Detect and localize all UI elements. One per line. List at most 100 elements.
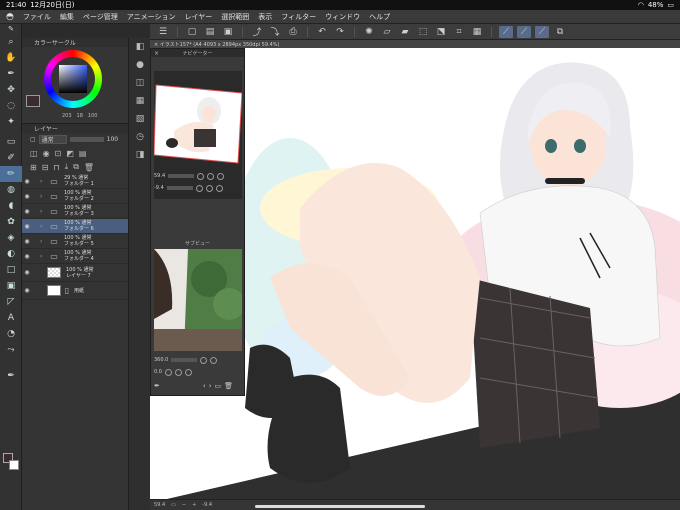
blend-mode-select[interactable]: 通常 xyxy=(38,135,67,144)
merge-icon[interactable]: ⤓ xyxy=(65,162,69,172)
crop-icon[interactable]: ⌗ xyxy=(452,26,466,38)
menu-edit[interactable]: 編集 xyxy=(60,12,74,22)
eyedropper-icon[interactable]: ✒ xyxy=(0,66,22,82)
zoom-in-icon[interactable] xyxy=(210,356,218,364)
navigator-zoom-slider[interactable] xyxy=(168,174,195,178)
reset-icon[interactable] xyxy=(184,368,192,376)
layer-row[interactable]: ◉ › ▭ 100 % 通常 フォルダー 4 xyxy=(22,249,128,264)
subview-zoom-slider[interactable] xyxy=(171,358,198,362)
app-logo-icon[interactable]: ◓ xyxy=(6,12,14,22)
menu-page[interactable]: ページ管理 xyxy=(83,12,118,22)
zoom-out-icon[interactable]: − xyxy=(182,502,186,508)
eraser-icon[interactable]: ▭ xyxy=(0,134,22,150)
visibility-icon[interactable]: ◉ xyxy=(22,287,32,294)
menu-animation[interactable]: アニメーション xyxy=(127,12,176,22)
visibility-icon[interactable]: ◉ xyxy=(22,223,32,230)
palette-color-icon[interactable]: ▤ xyxy=(79,149,87,158)
rotate-right-icon[interactable] xyxy=(174,368,182,376)
grid-icon[interactable]: ▦ xyxy=(470,26,484,38)
prev-icon[interactable]: ‹ xyxy=(203,382,206,390)
pen-icon[interactable]: ✐ xyxy=(0,150,22,166)
gradient-icon[interactable]: ◐ xyxy=(0,246,22,262)
pen-settings-icon[interactable]: ✎ xyxy=(0,24,22,34)
zoom-slider-icon[interactable]: ▭ xyxy=(171,502,176,508)
visibility-icon[interactable]: ◉ xyxy=(22,178,32,185)
zoom-out-icon[interactable] xyxy=(200,356,208,364)
rotate-left-icon[interactable] xyxy=(164,368,172,376)
special-ruler-icon[interactable]: ⟋ xyxy=(517,25,531,38)
expand-arrow-icon[interactable]: › xyxy=(40,208,47,215)
balloon-icon[interactable]: ◔ xyxy=(0,326,22,342)
zoom-icon[interactable]: ⌕ xyxy=(0,34,22,50)
menu-view[interactable]: 表示 xyxy=(258,12,272,22)
close-icon[interactable]: × xyxy=(154,50,159,57)
menu-help[interactable]: ヘルプ xyxy=(369,12,390,22)
opacity-slider[interactable] xyxy=(69,137,104,142)
current-color-swatch[interactable] xyxy=(26,95,40,107)
new-file-icon[interactable]: ▢ xyxy=(185,26,199,38)
transform-icon[interactable]: ⬔ xyxy=(434,26,448,38)
expand-arrow-icon[interactable]: › xyxy=(40,223,47,230)
figure-icon[interactable]: □ xyxy=(0,262,22,278)
expand-arrow-icon[interactable]: › xyxy=(40,253,47,260)
menu-filter[interactable]: フィルター xyxy=(281,12,316,22)
fill-icon[interactable]: ▰ xyxy=(398,26,412,38)
ruler-icon[interactable]: ◸ xyxy=(0,294,22,310)
new-layer-icon[interactable]: ⊞ xyxy=(30,163,37,172)
layer-row[interactable]: ◉ › ▭ 100 % 通常 フォルダー 3 xyxy=(22,204,128,219)
mask-icon[interactable]: ◩ xyxy=(66,149,74,158)
zoom-out-icon[interactable] xyxy=(197,172,205,180)
delete-layer-icon[interactable]: 🗑 xyxy=(84,163,94,172)
layer-row[interactable]: ◉ › ▭ 29 % 通常 フォルダー 1 xyxy=(22,174,128,189)
airbrush-icon[interactable]: ◍ xyxy=(0,182,22,198)
zoom-in-icon[interactable]: + xyxy=(192,502,196,508)
magic-wand-icon[interactable]: ✦ xyxy=(0,114,22,130)
visibility-icon[interactable]: ◉ xyxy=(22,238,32,245)
reference-icon[interactable]: ◉ xyxy=(43,149,50,158)
tool-property-icon[interactable]: ◧ xyxy=(129,38,151,56)
zoom-in-icon[interactable] xyxy=(207,172,215,180)
eyedropper-icon[interactable]: ✒ xyxy=(154,382,160,390)
brush-size-icon[interactable]: ● xyxy=(129,56,151,74)
subview-preview[interactable] xyxy=(154,249,242,351)
material-icon[interactable]: ▧ xyxy=(129,110,151,128)
fit-icon[interactable] xyxy=(217,172,225,180)
undo-icon[interactable]: ↶ xyxy=(315,26,329,38)
menu-file[interactable]: ファイル xyxy=(23,12,51,22)
blend-icon[interactable]: ◖ xyxy=(0,198,22,214)
new-vector-icon[interactable]: ⊟ xyxy=(42,163,49,172)
new-folder-icon[interactable]: ⊓ xyxy=(53,163,59,172)
expand-arrow-icon[interactable]: › xyxy=(40,193,47,200)
flip-icon[interactable] xyxy=(215,184,223,192)
visibility-icon[interactable]: ◉ xyxy=(22,253,32,260)
frame-icon[interactable]: ▣ xyxy=(0,278,22,294)
save-icon[interactable]: ▣ xyxy=(221,26,235,38)
menu-selection[interactable]: 選択範囲 xyxy=(221,12,249,22)
import-icon[interactable]: ⤵ xyxy=(268,26,282,38)
eyedropper2-icon[interactable]: ✒ xyxy=(0,368,22,384)
menu-layer[interactable]: レイヤー xyxy=(184,12,212,22)
canvas-tab[interactable]: × イラスト157* (A4 4093 x 2894px 350dpi 59.4… xyxy=(150,40,680,48)
clip-icon[interactable]: ◫ xyxy=(30,149,38,158)
color-slider-icon[interactable]: ◫ xyxy=(129,74,151,92)
expand-arrow-icon[interactable]: › xyxy=(40,178,47,185)
menu-window[interactable]: ウィンドウ xyxy=(325,12,360,22)
rotate-right-icon[interactable] xyxy=(205,184,213,192)
print-icon[interactable]: ⎙ xyxy=(286,26,300,38)
folder-open-icon[interactable]: ▭ xyxy=(215,382,222,390)
hand-icon[interactable]: ✋ xyxy=(0,50,22,66)
layer-property-icon[interactable]: ◨ xyxy=(129,146,151,164)
settings-icon[interactable]: ✺ xyxy=(362,26,376,38)
history-icon[interactable]: ◷ xyxy=(129,128,151,146)
text-icon[interactable]: A xyxy=(0,310,22,326)
hamburger-menu-icon[interactable]: ☰ xyxy=(156,26,170,38)
layer-row[interactable]: ◉ 100 % 通常 レイヤー 7 xyxy=(22,264,128,282)
export-icon[interactable]: ⤴ xyxy=(250,26,264,38)
visibility-icon[interactable]: ◉ xyxy=(22,208,32,215)
expand-arrow-icon[interactable]: › xyxy=(40,238,47,245)
open-icon[interactable]: ▤ xyxy=(203,26,217,38)
rotate-left-icon[interactable] xyxy=(195,184,203,192)
sub-color-swatch[interactable] xyxy=(9,460,19,470)
next-icon[interactable]: › xyxy=(209,382,212,390)
layer-row-selected[interactable]: ◉ › ▭ 100 % 通常 フォルダー 6 xyxy=(22,219,128,234)
